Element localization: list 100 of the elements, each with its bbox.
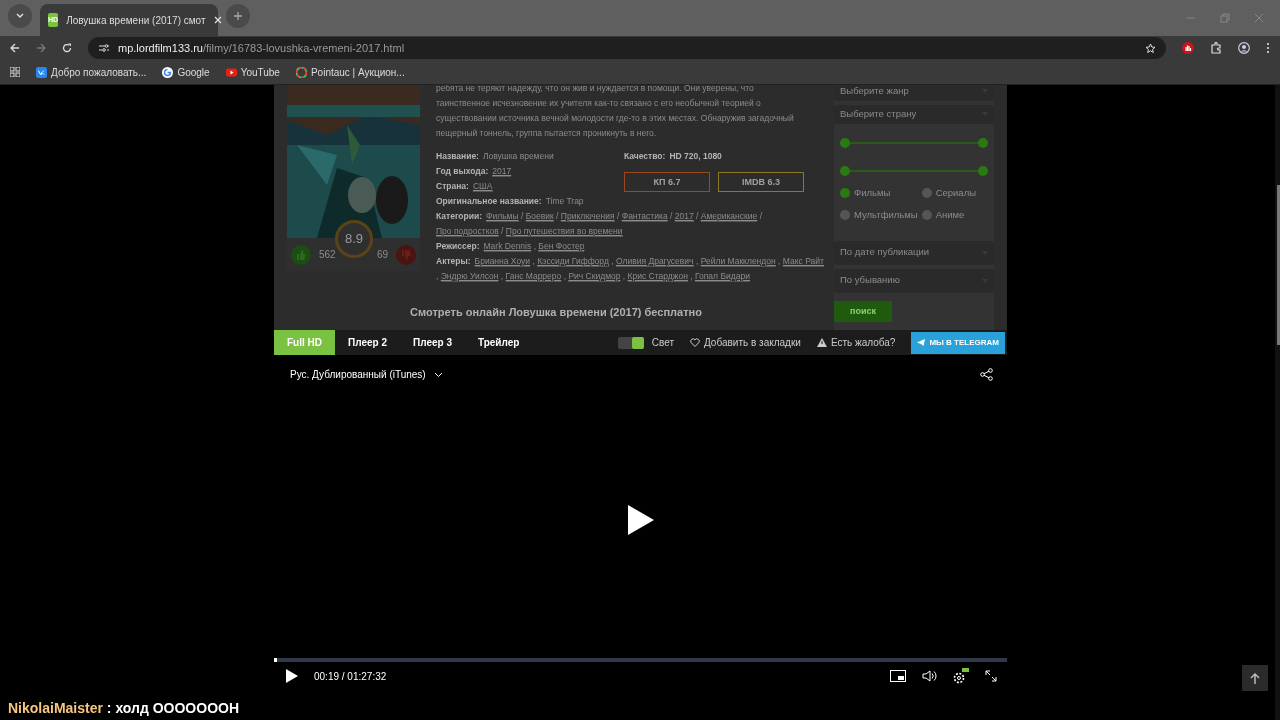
volume-icon[interactable] xyxy=(922,670,937,682)
play-icon[interactable] xyxy=(627,505,654,535)
bookmark-link[interactable]: Добавить в закладки xyxy=(690,335,801,350)
settings-icon[interactable] xyxy=(953,668,969,684)
separator-text: , xyxy=(695,256,700,266)
info-link[interactable]: Про путешествия во времени xyxy=(505,226,623,237)
light-label: Свет xyxy=(651,336,674,350)
info-link[interactable]: Фантастика xyxy=(621,211,668,222)
forward-icon[interactable] xyxy=(36,43,46,53)
info-link[interactable]: Гопал Бидари xyxy=(695,271,750,282)
info-label: Оригинальное название: xyxy=(436,196,542,206)
light-switch[interactable] xyxy=(617,336,644,349)
more-icon[interactable] xyxy=(1266,42,1270,54)
radio-toggle[interactable] xyxy=(921,188,932,199)
info-link[interactable]: Про подростков xyxy=(436,226,499,237)
info-link[interactable]: Бен Фостер xyxy=(538,241,585,252)
puzzle-icon[interactable] xyxy=(1210,42,1222,54)
site-settings-icon[interactable] xyxy=(98,43,110,53)
youtube-logo-icon xyxy=(225,66,237,78)
player-tab[interactable]: Плеер 2 xyxy=(335,330,400,355)
info-link[interactable]: Боевик xyxy=(525,211,554,222)
info-link[interactable]: Mark Dennis xyxy=(483,241,532,252)
separator-text: / xyxy=(556,211,560,221)
filter-select[interactable]: Выберите жанр xyxy=(834,85,994,101)
info-value: Ловушка времени xyxy=(482,151,554,161)
info-value: Time Trap xyxy=(545,196,584,206)
dislike-count: 69 xyxy=(376,248,388,262)
imdb-score[interactable]: IMDB 6.3 xyxy=(718,172,804,192)
info-link[interactable]: Брианна Хоуи xyxy=(474,256,531,267)
separator-text: , xyxy=(533,241,537,251)
player-tab[interactable]: Трейлер xyxy=(464,330,533,355)
info-link[interactable]: Крис Старджон xyxy=(627,271,688,282)
info-link[interactable]: США xyxy=(472,181,493,192)
color-wheel-icon xyxy=(295,66,307,78)
filter-select[interactable]: По убыванию xyxy=(834,268,994,293)
chevron-down-icon xyxy=(15,11,25,21)
audio-track-dropdown[interactable]: Рус. Дублированный (iTunes) xyxy=(290,367,443,382)
info-link[interactable]: Рич Скидмор xyxy=(568,271,621,282)
separator-text: / xyxy=(670,211,674,221)
separator-text: , xyxy=(622,271,627,281)
thumbs-up-icon xyxy=(296,249,306,260)
info-link[interactable]: Приключения xyxy=(560,211,615,222)
time-display: 00:19 / 01:27:32 xyxy=(314,669,387,684)
info-label: Год выхода: xyxy=(436,166,489,176)
toggle-label: Фильмы xyxy=(854,186,891,200)
player-tab[interactable]: Плеер 3 xyxy=(400,330,465,355)
info-link[interactable]: Ганс Марреро xyxy=(505,271,562,282)
picture-in-picture-icon[interactable] xyxy=(890,670,906,682)
radio-toggle[interactable] xyxy=(921,210,932,221)
info-link[interactable]: Эндрю Уилсон xyxy=(440,271,499,282)
scroll-top-button[interactable] xyxy=(1242,665,1268,691)
separator-text: , xyxy=(500,271,505,281)
star-icon[interactable] xyxy=(1145,42,1156,54)
info-link[interactable]: 2017 xyxy=(674,211,694,222)
warning-icon xyxy=(816,338,827,347)
fullscreen-icon[interactable] xyxy=(985,670,997,682)
toggle-label: Мультфильмы xyxy=(854,208,918,223)
share-icon[interactable] xyxy=(980,368,993,381)
radio-toggle[interactable] xyxy=(840,210,850,221)
bookmark-link[interactable]: Pointauc | Аукцион... xyxy=(295,64,405,80)
kinopoisk-score[interactable]: КП 6.7 xyxy=(624,172,710,192)
info-link[interactable]: Оливия Драгусевич xyxy=(615,256,694,267)
filter-select[interactable]: По дате публикации xyxy=(834,240,994,265)
heart-icon xyxy=(690,338,700,347)
separator-text: , xyxy=(563,271,568,281)
complaint-link[interactable]: Есть жалоба? xyxy=(816,335,896,350)
tab-search-button[interactable] xyxy=(8,4,32,28)
search-button[interactable]: поиск xyxy=(834,300,892,322)
separator-text: / xyxy=(696,211,700,221)
separator-text: / xyxy=(759,211,762,221)
watch-title: Смотреть онлайн Ловушка времени (2017) бесплатно xyxy=(409,305,703,319)
quality-label: Качество: xyxy=(624,150,666,163)
chevron-down-icon xyxy=(433,371,443,378)
google-logo-icon xyxy=(162,66,174,78)
filter-select[interactable]: Выберите страну xyxy=(834,104,994,124)
info-label: Название: xyxy=(436,151,479,161)
back-icon[interactable] xyxy=(10,43,20,53)
hand-icon[interactable] xyxy=(1182,42,1194,54)
bookmark-link[interactable]: Добро пожаловать... xyxy=(36,64,147,80)
radio-toggle[interactable] xyxy=(840,188,850,199)
bookmark-link[interactable]: YouTube xyxy=(225,64,280,80)
info-link[interactable]: Кэссиди Гиффорд xyxy=(537,256,609,267)
info-link[interactable]: Рейли Макклендон xyxy=(700,256,776,267)
profile-icon[interactable] xyxy=(1238,42,1250,54)
info-link[interactable]: 2017 xyxy=(492,166,512,177)
description-text: ребята не теряют надежду, что он жив и нуждается в помощи. Они уверены, что таинственное исчезновение их учителя как-то связано с его необычной теорией о существовании источника вечной молодости где-то в этих местах. Обнаружив загадочный пещерный тоннель, группа пытается проникнуть в него. xyxy=(436,85,795,140)
info-link[interactable]: Американские xyxy=(700,211,758,222)
tab-title: Ловушка времени (2017) смот xyxy=(66,13,206,28)
reload-icon[interactable] xyxy=(62,43,72,53)
bookmark-link[interactable]: Google xyxy=(162,64,210,80)
separator-text: , xyxy=(532,256,536,266)
telegram-button[interactable]: МЫ В TELEGRAM xyxy=(911,331,1005,354)
like-count: 562 xyxy=(319,248,336,262)
info-label: Режиссер: xyxy=(436,241,480,251)
info-link[interactable]: Фильмы xyxy=(486,211,519,222)
arrow-up-icon xyxy=(1250,672,1260,684)
info-link[interactable]: Макс Райт xyxy=(782,256,824,267)
thumbs-down-icon xyxy=(401,249,411,260)
apps-grid-icon[interactable] xyxy=(10,67,20,77)
play-icon[interactable] xyxy=(286,669,298,683)
